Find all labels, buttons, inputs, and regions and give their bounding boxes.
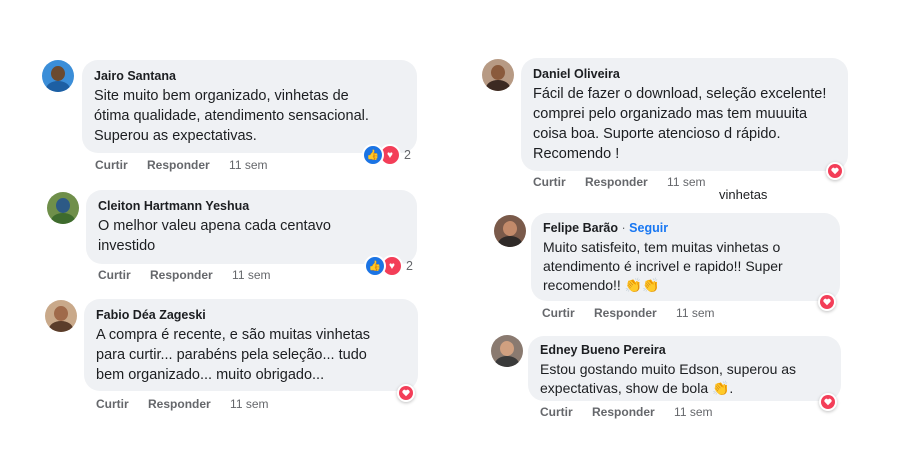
timestamp[interactable]: 11 sem	[676, 306, 714, 320]
like-button[interactable]: Curtir	[98, 268, 131, 282]
comment-actions: Curtir Responder 11 sem	[98, 268, 287, 282]
comment-bubble: Edney Bueno Pereira Estou gostando muito…	[528, 336, 841, 401]
reply-button[interactable]: Responder	[594, 306, 657, 320]
love-icon	[828, 164, 842, 178]
reply-button[interactable]: Responder	[147, 158, 210, 172]
comment-bubble: Daniel Oliveira Fácil de fazer o downloa…	[521, 58, 848, 171]
comment-bubble: Felipe Barão · Seguir Muito satisfeito, …	[531, 213, 840, 301]
comment-bubble: Jairo Santana Site muito bem organizado,…	[82, 60, 417, 153]
love-icon	[821, 395, 835, 409]
author-name[interactable]: Daniel Oliveira	[533, 66, 836, 82]
like-button[interactable]: Curtir	[533, 175, 566, 189]
avatar[interactable]	[494, 215, 526, 247]
timestamp[interactable]: 11 sem	[230, 397, 268, 411]
author-name[interactable]: Fabio Déa Zageski	[96, 307, 406, 323]
like-button[interactable]: Curtir	[96, 397, 129, 411]
author-name[interactable]: Edney Bueno Pereira	[540, 342, 829, 358]
like-button[interactable]: Curtir	[540, 405, 573, 419]
author-name[interactable]: Cleiton Hartmann Yeshua	[98, 198, 405, 214]
comment-text: Muito satisfeito, tem muitas vinhetas o …	[543, 239, 783, 293]
like-button[interactable]: Curtir	[542, 306, 575, 320]
comment-bubble: Fabio Déa Zageski A compra é recente, e …	[84, 299, 418, 391]
avatar[interactable]	[482, 59, 514, 91]
comment-actions: Curtir Responder 11 sem	[96, 397, 285, 411]
comment-text: Fácil de fazer o download, seleção excel…	[533, 86, 827, 162]
reply-button[interactable]: Responder	[148, 397, 211, 411]
comment-actions: Curtir Responder 11 sem	[542, 306, 731, 320]
love-icon	[399, 386, 413, 400]
reply-button[interactable]: Responder	[150, 268, 213, 282]
reaction-count: 2	[404, 148, 411, 162]
author-name[interactable]: Jairo Santana	[94, 68, 405, 84]
comment-actions: Curtir Responder 11 sem	[540, 405, 729, 419]
reactions[interactable]: 👍 ♥ 2	[362, 144, 411, 166]
separator: ·	[621, 221, 626, 235]
comment-text: O melhor valeu apena cada centavo invest…	[98, 218, 331, 254]
follow-button[interactable]: Seguir	[629, 221, 668, 235]
love-reaction[interactable]	[397, 384, 415, 402]
timestamp[interactable]: 11 sem	[229, 158, 267, 172]
like-icon: 👍	[364, 255, 386, 277]
love-reaction[interactable]	[826, 162, 844, 180]
comment-text: Estou gostando muito Edson, superou as e…	[540, 361, 797, 396]
love-reaction[interactable]	[819, 393, 837, 411]
comment-text: Site muito bem organizado, vinhetas de ó…	[94, 88, 369, 144]
comment-bubble: Cleiton Hartmann Yeshua O melhor valeu a…	[86, 190, 417, 264]
like-icon: 👍	[362, 144, 384, 166]
like-button[interactable]: Curtir	[95, 158, 128, 172]
author-name-text[interactable]: Felipe Barão	[543, 221, 618, 235]
reply-button[interactable]: Responder	[585, 175, 648, 189]
avatar[interactable]	[42, 60, 74, 92]
reply-button[interactable]: Responder	[592, 405, 655, 419]
timestamp[interactable]: 11 sem	[232, 268, 270, 282]
comment-actions: Curtir Responder 11 sem	[533, 175, 722, 189]
love-reaction[interactable]	[818, 293, 836, 311]
reactions[interactable]: 👍 ♥ 2	[364, 255, 413, 277]
stray-text: vinhetas	[719, 187, 768, 202]
timestamp[interactable]: 11 sem	[674, 405, 712, 419]
comment-text: A compra é recente, e são muitas vinheta…	[96, 327, 371, 383]
avatar[interactable]	[45, 300, 77, 332]
reaction-count: 2	[406, 259, 413, 273]
comment-actions: Curtir Responder 11 sem	[95, 158, 284, 172]
timestamp[interactable]: 11 sem	[667, 175, 705, 189]
author-name: Felipe Barão · Seguir	[543, 220, 828, 236]
avatar[interactable]	[491, 335, 523, 367]
love-icon	[820, 295, 834, 309]
avatar[interactable]	[47, 192, 79, 224]
